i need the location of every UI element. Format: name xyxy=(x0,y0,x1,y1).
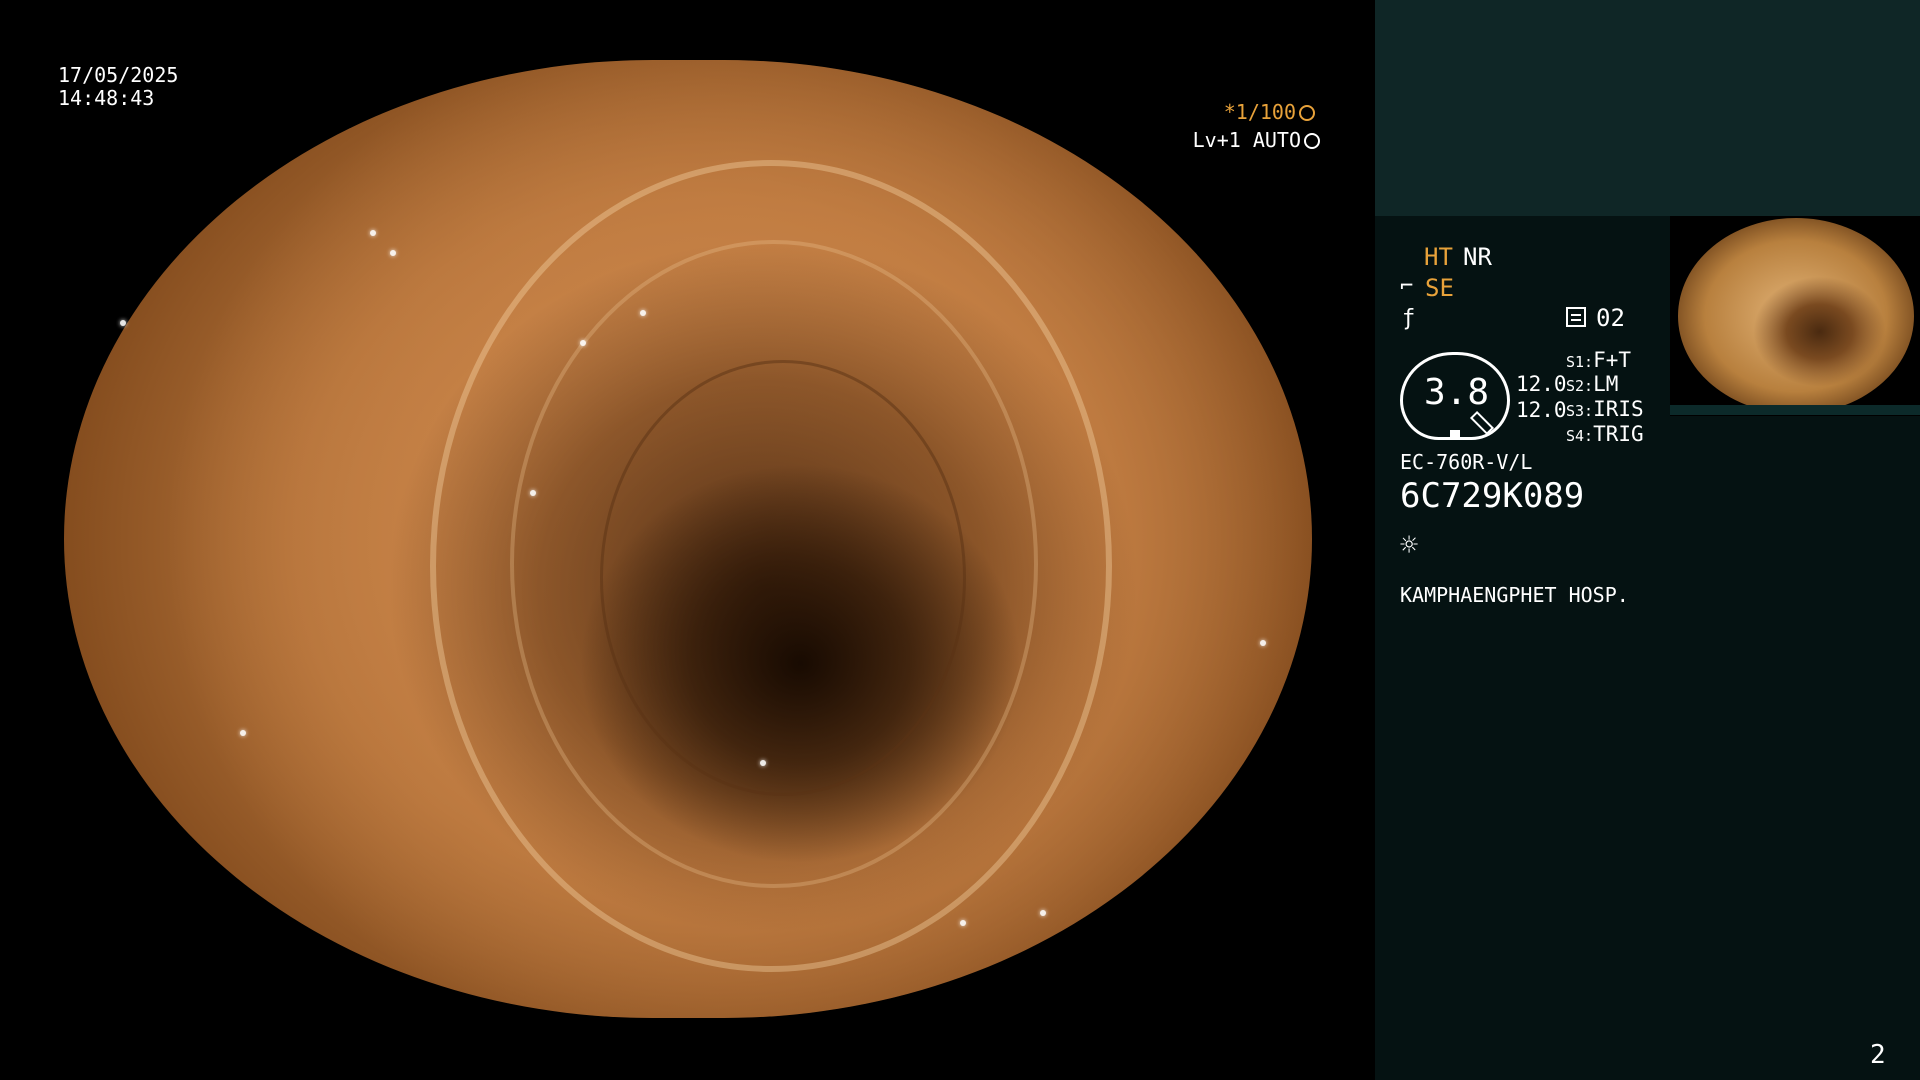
shutter-text: *1/100 xyxy=(1223,100,1296,124)
specular-highlight xyxy=(1260,640,1266,646)
time-text: 14:48:43 xyxy=(58,86,155,110)
gauge-value: 3.8 xyxy=(1424,372,1490,413)
gauge-reading-1: 12.0 xyxy=(1516,372,1567,396)
switch-s2: S2:LM xyxy=(1566,372,1619,396)
brightness-level-readout: Lv+1 AUTO xyxy=(1190,128,1320,152)
specular-highlight xyxy=(240,730,246,736)
info-panel-header xyxy=(1375,0,1920,216)
page-number: 2 xyxy=(1870,1040,1886,1070)
switch-s1: S1:F+T xyxy=(1566,348,1632,372)
specular-highlight xyxy=(1040,910,1046,916)
nr-indicator: NR xyxy=(1463,243,1492,271)
specular-highlight xyxy=(640,310,646,316)
lumen-edge xyxy=(600,360,966,796)
se-indicator: SE xyxy=(1425,274,1454,302)
specular-highlight xyxy=(960,920,966,926)
sun-icon: ☼ xyxy=(1400,528,1419,563)
record-count: 02 xyxy=(1596,304,1625,332)
thumbnail-caption-bar xyxy=(1670,405,1920,415)
date-text: 17/05/2025 xyxy=(58,63,179,87)
switch-s4: S4:TRIG xyxy=(1566,422,1644,446)
hospital-name: KAMPHAENGPHET HOSP. xyxy=(1400,583,1629,607)
captured-image-thumbnail xyxy=(1670,216,1920,416)
iris-icon xyxy=(1304,133,1320,149)
endoscopic-detail xyxy=(40,60,1340,1018)
specular-highlight xyxy=(580,340,586,346)
shutter-readout: *1/100 xyxy=(1195,100,1315,124)
specular-highlight xyxy=(760,760,766,766)
gauge-marker xyxy=(1450,430,1460,438)
gauge-reading-2: 12.0 xyxy=(1516,398,1567,422)
scope-serial: 6C729K089 xyxy=(1400,476,1585,516)
specular-highlight xyxy=(120,320,126,326)
record-list-icon xyxy=(1566,307,1586,327)
thumbnail-image xyxy=(1678,218,1914,414)
specular-highlight xyxy=(530,490,536,496)
specular-highlight xyxy=(370,230,376,236)
aperture-icon xyxy=(1299,105,1315,121)
switch-s3: S3:IRIS xyxy=(1566,397,1644,421)
timestamp: 17/05/2025 14:48:43 xyxy=(58,64,178,110)
scope-model: EC-760R-V/L xyxy=(1400,450,1533,474)
level-text: Lv+1 AUTO xyxy=(1192,128,1301,152)
ht-indicator: HT xyxy=(1424,243,1453,271)
endoscopy-screen: 17/05/2025 14:48:43 *1/100 Lv+1 AUTO HT … xyxy=(0,0,1920,1080)
structure-enhance-icon: ⌐ xyxy=(1400,274,1414,299)
function-icon: ƒ xyxy=(1402,306,1416,331)
specular-highlight xyxy=(390,250,396,256)
